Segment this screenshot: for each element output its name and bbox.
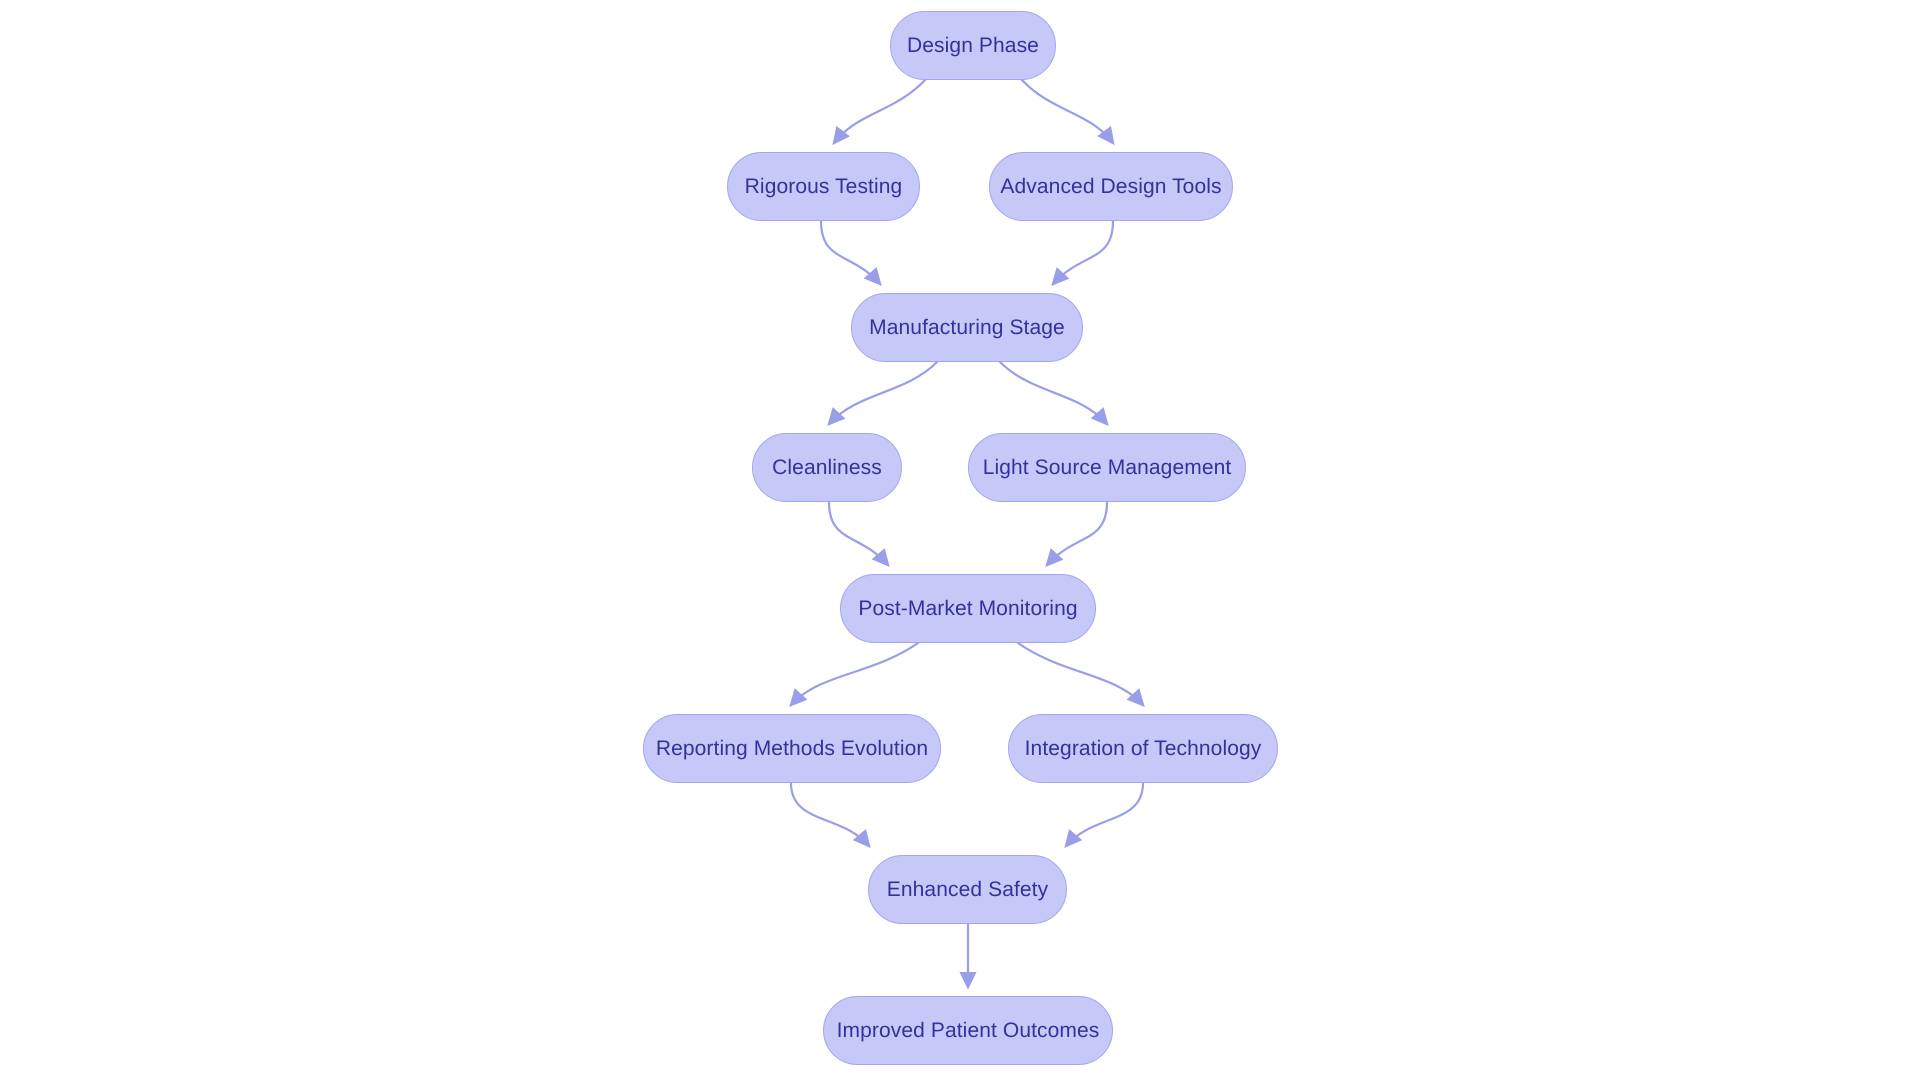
node-label-design_phase: Design Phase <box>907 34 1039 57</box>
edge-integration_tech-to-enhanced_safety <box>1064 781 1145 849</box>
edge-manufacturing_stage-to-cleanliness <box>827 360 939 426</box>
node-label-reporting_methods: Reporting Methods Evolution <box>655 737 929 760</box>
node-label-manufacturing_stage: Manufacturing Stage <box>869 316 1065 339</box>
node-manufacturing_stage[interactable]: Manufacturing Stage <box>851 293 1083 362</box>
edge-design_phase-to-rigorous_testing <box>832 78 927 146</box>
node-cleanliness[interactable]: Cleanliness <box>752 433 902 502</box>
node-light_source[interactable]: Light Source Management <box>968 433 1246 502</box>
edge-manufacturing_stage-to-light_source <box>998 360 1109 426</box>
node-post_market[interactable]: Post-Market Monitoring <box>840 574 1096 643</box>
node-improved_outcomes[interactable]: Improved Patient Outcomes <box>823 996 1113 1065</box>
edge-advanced_design-to-manufacturing_stage <box>1051 219 1115 286</box>
flowchart-diagram: Design Phase Rigorous Testing Advanced Des… <box>0 0 1920 1080</box>
edge-design_phase-to-advanced_design <box>1020 78 1115 146</box>
node-rigorous_testing[interactable]: Rigorous Testing <box>727 152 920 221</box>
node-label-enhanced_safety: Enhanced Safety <box>886 878 1049 901</box>
node-reporting_methods[interactable]: Reporting Methods Evolution <box>643 714 941 783</box>
node-label-advanced_design: Advanced Design Tools <box>1000 175 1222 198</box>
edge-reporting_methods-to-enhanced_safety <box>789 781 871 849</box>
node-label-post_market: Post-Market Monitoring <box>858 597 1078 620</box>
node-enhanced_safety[interactable]: Enhanced Safety <box>868 855 1067 924</box>
edge-post_market-to-integration_tech <box>1016 641 1145 707</box>
edge-post_market-to-reporting_methods <box>789 641 920 707</box>
node-label-improved_outcomes: Improved Patient Outcomes <box>836 1019 1100 1042</box>
edge-light_source-to-post_market <box>1045 500 1109 567</box>
node-label-integration_tech: Integration of Technology <box>1024 737 1262 760</box>
node-label-cleanliness: Cleanliness <box>772 456 882 479</box>
node-advanced_design[interactable]: Advanced Design Tools <box>989 152 1233 221</box>
edge-rigorous_testing-to-manufacturing_stage <box>819 219 882 286</box>
node-integration_tech[interactable]: Integration of Technology <box>1008 714 1278 783</box>
edge-cleanliness-to-post_market <box>827 500 890 567</box>
node-label-light_source: Light Source Management <box>982 456 1232 479</box>
node-design_phase[interactable]: Design Phase <box>890 11 1056 80</box>
node-label-rigorous_testing: Rigorous Testing <box>744 175 903 198</box>
